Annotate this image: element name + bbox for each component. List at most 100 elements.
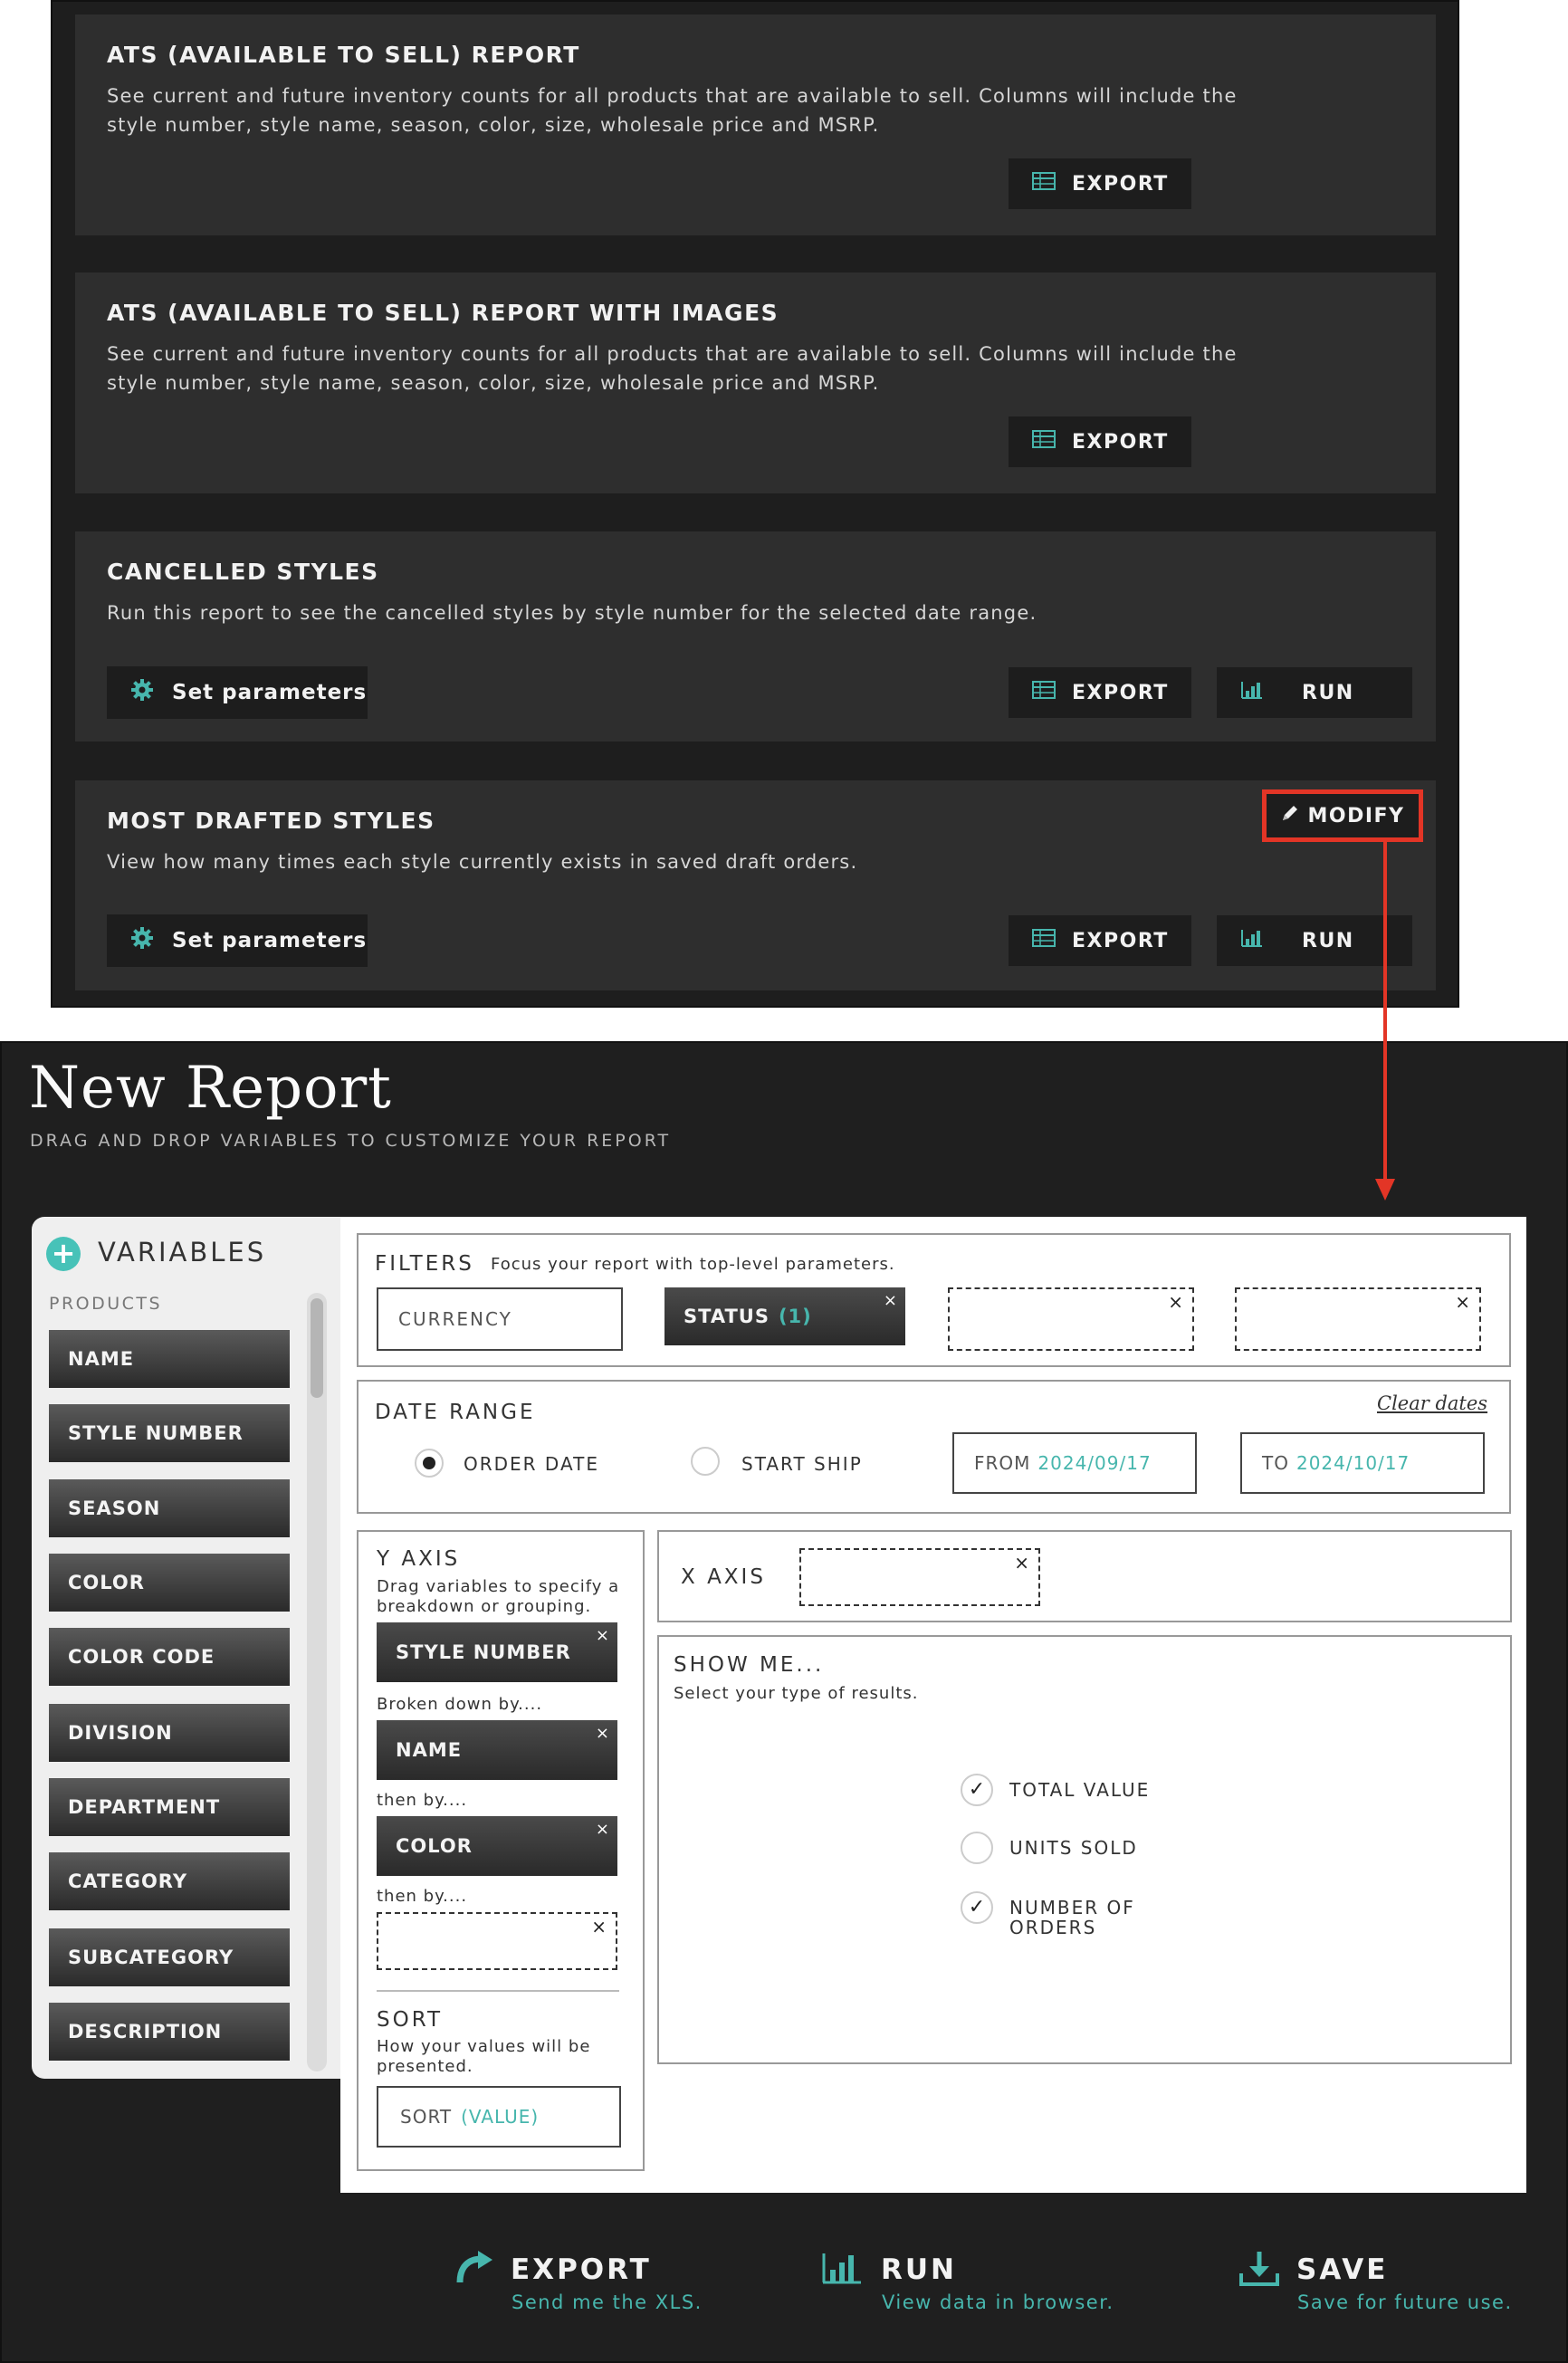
run-label: RUN xyxy=(1302,929,1354,952)
x-axis-label: X AXIS xyxy=(681,1565,766,1589)
close-icon[interactable]: × xyxy=(1014,1554,1029,1572)
set-parameters-button[interactable]: Set parameters xyxy=(107,914,368,967)
variable-item-category[interactable]: CATEGORY xyxy=(49,1852,290,1910)
chip-label: COLOR xyxy=(396,1835,473,1857)
export-action-label: EXPORT xyxy=(511,2253,652,2286)
save-action[interactable]: SAVE Save for future use. xyxy=(1237,2250,1511,2322)
variables-scrollbar[interactable] xyxy=(307,1293,327,2071)
variable-item-color-code[interactable]: COLOR CODE xyxy=(49,1628,290,1686)
run-action[interactable]: RUN View data in browser. xyxy=(819,2250,1113,2322)
report-title: ATS (AVAILABLE TO SELL) REPORT xyxy=(107,42,580,68)
remove-icon[interactable]: × xyxy=(884,1291,898,1310)
modify-button[interactable]: MODIFY xyxy=(1262,789,1423,842)
currency-filter[interactable]: CURRENCY xyxy=(377,1287,623,1351)
number-of-orders-label: NUMBER OF ORDERS xyxy=(1009,1897,1135,1938)
report-card-ats: ATS (AVAILABLE TO SELL) REPORT See curre… xyxy=(75,14,1436,235)
date-range-label: DATE RANGE xyxy=(375,1401,536,1424)
variable-item-subcategory[interactable]: SUBCATEGORY xyxy=(49,1928,290,1986)
remove-icon[interactable]: × xyxy=(596,1724,610,1743)
report-card-ats-images: ATS (AVAILABLE TO SELL) REPORT WITH IMAG… xyxy=(75,273,1436,493)
close-icon[interactable]: × xyxy=(1455,1293,1470,1311)
export-arrow-icon xyxy=(454,2250,494,2290)
variables-scrollbar-thumb[interactable] xyxy=(311,1298,323,1398)
status-label: STATUS xyxy=(684,1306,770,1327)
set-parameters-label: Set parameters xyxy=(172,929,368,952)
to-label: TO xyxy=(1262,1452,1289,1474)
bar-chart-icon xyxy=(1240,680,1264,705)
page-title: New Report xyxy=(29,1055,392,1122)
status-count: (1) xyxy=(778,1306,812,1327)
variable-item-division[interactable]: DIVISION xyxy=(49,1704,290,1762)
filters-hint: Focus your report with top-level paramet… xyxy=(491,1255,895,1274)
export-action[interactable]: EXPORT Send me the XLS. xyxy=(453,2250,706,2322)
total-value-label: TOTAL VALUE xyxy=(1009,1779,1151,1801)
then-by-label: then by.... xyxy=(377,1791,468,1810)
download-icon xyxy=(1238,2250,1280,2291)
chip-label: NAME xyxy=(396,1739,463,1761)
order-date-radio[interactable] xyxy=(415,1449,444,1478)
connector-arrow xyxy=(1375,840,1395,1201)
sort-hint: How your values will be presented. xyxy=(377,2037,591,2076)
empty-filter-slot[interactable]: × xyxy=(1235,1287,1481,1351)
run-action-label: RUN xyxy=(881,2253,957,2286)
report-description: See current and future inventory counts … xyxy=(107,85,1238,136)
from-date-value: 2024/09/17 xyxy=(1037,1452,1152,1474)
export-button[interactable]: EXPORT xyxy=(1009,416,1191,467)
from-label: FROM xyxy=(974,1452,1031,1474)
total-value-checkbox[interactable]: ✓ xyxy=(961,1774,993,1806)
export-label: EXPORT xyxy=(1072,929,1169,952)
clear-dates-link[interactable]: Clear dates xyxy=(1377,1392,1487,1414)
page-subtitle: DRAG AND DROP VARIABLES TO CUSTOMIZE YOU… xyxy=(30,1131,672,1151)
y-axis-chip-color[interactable]: COLOR × xyxy=(377,1816,617,1876)
to-date-value: 2024/10/17 xyxy=(1296,1452,1410,1474)
from-date-field[interactable]: FROM 2024/09/17 xyxy=(952,1432,1197,1494)
spreadsheet-icon xyxy=(1032,928,1056,953)
sort-label: SORT xyxy=(377,2008,444,2032)
variables-group-label: PRODUCTS xyxy=(49,1294,163,1314)
number-of-orders-checkbox[interactable]: ✓ xyxy=(961,1891,993,1924)
divider xyxy=(377,1990,619,1992)
spreadsheet-icon xyxy=(1032,429,1056,454)
report-title: CANCELLED STYLES xyxy=(107,559,379,585)
start-ship-radio[interactable] xyxy=(691,1447,720,1476)
variable-item-style-number[interactable]: STYLE NUMBER xyxy=(49,1404,290,1462)
remove-icon[interactable]: × xyxy=(596,1626,610,1645)
variable-item-department[interactable]: DEPARTMENT xyxy=(49,1778,290,1836)
set-parameters-button[interactable]: Set parameters xyxy=(107,666,368,719)
gear-icon xyxy=(130,926,154,955)
variable-item-color[interactable]: COLOR xyxy=(49,1554,290,1612)
sort-field[interactable]: SORT (VALUE) xyxy=(377,2086,621,2148)
export-action-hint: Send me the XLS. xyxy=(512,2291,703,2313)
add-variable-icon[interactable]: + xyxy=(46,1237,81,1271)
export-button[interactable]: EXPORT xyxy=(1009,915,1191,966)
bar-chart-icon xyxy=(821,2252,863,2288)
export-button[interactable]: EXPORT xyxy=(1009,158,1191,209)
export-button[interactable]: EXPORT xyxy=(1009,667,1191,718)
empty-y-axis-slot[interactable]: × xyxy=(377,1912,617,1970)
order-date-label: ORDER DATE xyxy=(464,1453,599,1475)
variable-item-name[interactable]: NAME xyxy=(49,1330,290,1388)
currency-label: CURRENCY xyxy=(398,1308,512,1330)
units-sold-label: UNITS SOLD xyxy=(1009,1837,1138,1859)
show-me-label: SHOW ME... xyxy=(674,1653,825,1677)
run-button[interactable]: RUN xyxy=(1217,667,1412,718)
save-action-hint: Save for future use. xyxy=(1297,2291,1513,2313)
y-axis-chip-name[interactable]: NAME × xyxy=(377,1720,617,1780)
empty-filter-slot[interactable]: × xyxy=(948,1287,1194,1351)
close-icon[interactable]: × xyxy=(1168,1293,1183,1311)
broken-down-label: Broken down by.... xyxy=(377,1695,543,1714)
y-axis-chip-style-number[interactable]: STYLE NUMBER × xyxy=(377,1622,617,1682)
variable-item-season[interactable]: SEASON xyxy=(49,1479,290,1537)
report-description: View how many times each style currently… xyxy=(107,851,858,873)
empty-x-axis-slot[interactable]: × xyxy=(799,1548,1040,1606)
show-me-hint: Select your type of results. xyxy=(674,1684,919,1703)
units-sold-checkbox[interactable] xyxy=(961,1832,993,1864)
status-filter-chip[interactable]: STATUS (1) × xyxy=(664,1287,905,1345)
close-icon[interactable]: × xyxy=(591,1918,607,1936)
remove-icon[interactable]: × xyxy=(596,1820,610,1839)
y-axis-label: Y AXIS xyxy=(377,1547,461,1571)
report-title: MOST DRAFTED STYLES xyxy=(107,808,435,834)
spreadsheet-icon xyxy=(1032,680,1056,705)
variable-item-description[interactable]: DESCRIPTION xyxy=(49,2003,290,2061)
to-date-field[interactable]: TO 2024/10/17 xyxy=(1240,1432,1485,1494)
